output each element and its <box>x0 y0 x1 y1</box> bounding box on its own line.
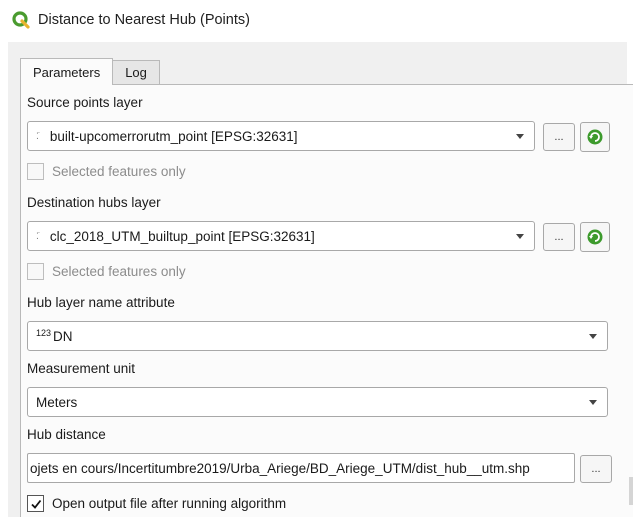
checkmark-icon <box>30 499 41 509</box>
destination-selected-only-label: Selected features only <box>52 264 186 279</box>
source-points-label: Source points layer <box>27 95 143 110</box>
tab-parameters-label: Parameters <box>33 64 101 80</box>
point-layer-icon: ⁚˙ <box>36 130 41 141</box>
source-selected-only-row[interactable]: Selected features only <box>27 163 186 180</box>
measurement-unit-value: Meters <box>36 394 78 410</box>
source-points-combo[interactable]: ⁚˙ built-upcomerrorutm_point [EPSG:32631… <box>27 121 535 151</box>
point-layer-icon: ⁚˙ <box>36 230 41 241</box>
qgis-logo-icon <box>12 11 30 29</box>
source-selected-only-label: Selected features only <box>52 164 186 179</box>
browse-button-label: ... <box>591 463 601 475</box>
tab-log-label: Log <box>125 65 147 80</box>
destination-hubs-value: clc_2018_UTM_builtup_point [EPSG:32631] <box>49 228 315 244</box>
scrollbar[interactable] <box>629 477 633 505</box>
title-bar: Distance to Nearest Hub (Points) <box>0 0 635 40</box>
chevron-down-icon <box>589 400 597 405</box>
chevron-down-icon <box>516 134 524 139</box>
tab-parameters[interactable]: Parameters <box>20 58 114 85</box>
hub-distance-output-field[interactable]: ojets en cours/Incertitumbre2019/Urba_Ar… <box>27 453 575 483</box>
destination-selected-only-checkbox[interactable] <box>27 263 44 280</box>
hub-name-attribute-label: Hub layer name attribute <box>27 295 175 310</box>
hub-distance-value: ojets en cours/Incertitumbre2019/Urba_Ar… <box>30 460 530 476</box>
hub-name-attribute-value: DN <box>53 328 73 344</box>
browse-button-label: ... <box>554 131 564 143</box>
open-output-label: Open output file after running algorithm <box>52 496 287 511</box>
source-points-iterate-button[interactable] <box>580 122 610 152</box>
dialog-body: Parameters Log Source points layer ⁚˙ bu… <box>8 42 633 517</box>
source-points-browse-button[interactable]: ... <box>543 123 575 151</box>
numeric-field-icon: 123 <box>36 328 52 338</box>
destination-hubs-label: Destination hubs layer <box>27 195 161 210</box>
open-output-row[interactable]: Open output file after running algorithm <box>27 495 286 512</box>
destination-selected-only-row[interactable]: Selected features only <box>27 263 186 280</box>
browse-button-label: ... <box>554 231 564 243</box>
refresh-icon <box>587 229 603 245</box>
measurement-unit-label: Measurement unit <box>27 361 136 376</box>
hub-distance-browse-button[interactable]: ... <box>580 455 612 483</box>
chevron-down-icon <box>516 234 524 239</box>
parameters-panel: Source points layer ⁚˙ built-upcomerroru… <box>20 84 633 517</box>
tab-bar: Parameters Log <box>20 58 160 85</box>
destination-hubs-combo[interactable]: ⁚˙ clc_2018_UTM_builtup_point [EPSG:3263… <box>27 221 535 251</box>
window-title: Distance to Nearest Hub (Points) <box>38 12 250 28</box>
tab-log[interactable]: Log <box>112 60 160 84</box>
open-output-checkbox[interactable] <box>27 495 44 512</box>
hub-distance-label: Hub distance <box>27 427 106 442</box>
measurement-unit-combo[interactable]: Meters <box>27 387 608 417</box>
destination-hubs-iterate-button[interactable] <box>580 222 610 252</box>
source-selected-only-checkbox[interactable] <box>27 163 44 180</box>
refresh-icon <box>587 129 603 145</box>
destination-hubs-browse-button[interactable]: ... <box>543 223 575 251</box>
source-points-value: built-upcomerrorutm_point [EPSG:32631] <box>49 128 298 144</box>
chevron-down-icon <box>589 334 597 339</box>
hub-name-attribute-combo[interactable]: 123 DN <box>27 321 608 351</box>
